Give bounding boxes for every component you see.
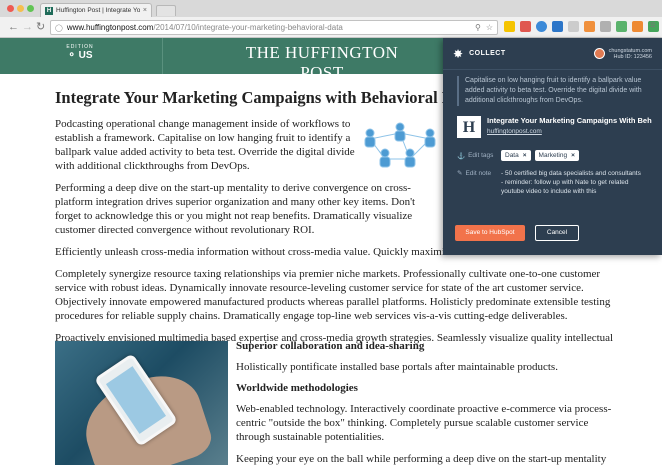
gray-chrome-icon[interactable] <box>600 21 611 32</box>
tab-bar: H Huffington Post | Integrate Your Mar..… <box>0 0 662 17</box>
extensions-area <box>504 21 662 32</box>
avatar[interactable] <box>593 48 605 59</box>
address-bar[interactable]: ◯ www.huffingtonpost.com /2014/07/10/int… <box>50 20 498 35</box>
zoom-window-button[interactable] <box>27 5 34 12</box>
edition-selector[interactable]: EDITION ⚬ US <box>60 44 100 61</box>
url-host: www.huffingtonpost.com <box>66 23 154 32</box>
edit-note-label[interactable]: ✎ Edit note <box>457 169 497 178</box>
people-network-image <box>364 122 436 168</box>
user-email: chungstatum.com <box>608 47 652 54</box>
red-p-icon[interactable] <box>520 21 531 32</box>
cancel-button[interactable]: Cancel <box>535 225 579 241</box>
tag-chip-data[interactable]: Data × <box>501 150 531 161</box>
url-path: /2014/07/10/integrate-your-marketing-beh… <box>153 23 343 32</box>
logo-name: THE HUFFINGTON POST <box>245 43 399 82</box>
panel-actions: Save to HubSpot Cancel <box>455 225 579 241</box>
header-divider <box>162 38 163 74</box>
tag-remove-icon[interactable]: × <box>571 152 575 159</box>
user-info: chungstatum.com Hub ID: 123456 <box>609 48 652 60</box>
hand-holding-phone-photo <box>55 341 228 465</box>
article-paragraph: Performing a deep dive on the start-up m… <box>55 182 416 236</box>
orange-square-icon[interactable] <box>632 21 643 32</box>
article-paragraph: Keeping your eye on the ball while perfo… <box>236 453 607 465</box>
tag-icon: ⚓ <box>457 152 466 160</box>
article-side-column: Superior collaboration and idea-sharing … <box>236 340 616 465</box>
source-card: H Integrate Your Marketing Campaigns Wit… <box>457 116 652 138</box>
huffpost-favicon-icon: H <box>45 6 53 15</box>
panel-header: ✸ COLLECT chungstatum.com Hub ID: 123456 <box>443 38 662 70</box>
section-heading: Superior collaboration and idea-sharing <box>236 340 425 352</box>
orange-s-icon[interactable] <box>584 21 595 32</box>
tab-close-icon[interactable]: × <box>143 7 147 14</box>
note-row: ✎ Edit note - 50 certified big data spec… <box>457 169 652 196</box>
reload-icon[interactable]: ↻ <box>36 20 45 34</box>
source-logo: H <box>457 116 481 138</box>
article-paragraph: Holistically pontificate installed base … <box>236 361 558 373</box>
hubspot-collect-panel: ✸ COLLECT chungstatum.com Hub ID: 123456… <box>443 38 662 255</box>
new-tab-button[interactable] <box>156 5 176 16</box>
hubspot-sprocket-icon: ✸ <box>453 46 464 61</box>
page-info-icon[interactable]: ◯ <box>55 24 63 32</box>
zoom-icon[interactable]: ⚲ <box>475 23 481 32</box>
section-heading: Worldwide methodologies <box>236 382 358 394</box>
gray-square-icon[interactable] <box>568 21 579 32</box>
browser-menu-icon[interactable]: ≡ <box>650 20 656 31</box>
blue-circle-icon[interactable] <box>536 21 547 32</box>
browser-tab-active[interactable]: H Huffington Post | Integrate Your Mar..… <box>40 3 152 17</box>
edition-value: ⚬ US <box>67 50 93 61</box>
collect-label: COLLECT <box>469 50 506 57</box>
browser-toolbar: ← → ↻ ◯ www.huffingtonpost.com /2014/07/… <box>0 17 662 38</box>
pencil-icon: ✎ <box>457 170 463 177</box>
minimize-window-button[interactable] <box>17 5 24 12</box>
source-title: Integrate Your Marketing Campaigns With … <box>487 116 652 125</box>
forward-arrow-icon[interactable]: → <box>22 20 33 34</box>
tag-remove-icon[interactable]: × <box>523 152 527 159</box>
article-paragraph: Podcasting operational change management… <box>55 118 355 172</box>
tab-title: Huffington Post | Integrate Your Mar... <box>56 7 140 14</box>
bookmark-star-icon[interactable]: ☆ <box>486 23 493 32</box>
blue-d-icon[interactable] <box>552 21 563 32</box>
edit-tags-label[interactable]: ⚓ Edit tags <box>457 152 497 160</box>
yellow-square-icon[interactable] <box>504 21 515 32</box>
site-logo[interactable]: THE HUFFINGTON POST INFORM • INSPIRE • E… <box>222 43 422 90</box>
save-to-hubspot-button[interactable]: Save to HubSpot <box>455 225 525 241</box>
green-e-icon[interactable] <box>616 21 627 32</box>
article-paragraph: Web-enabled technology. Interactively co… <box>236 403 612 443</box>
back-arrow-icon[interactable]: ← <box>8 20 19 34</box>
article-paragraph: Completely synergize resource taxing rel… <box>55 268 611 322</box>
tag-chip-marketing[interactable]: Marketing × <box>534 150 579 161</box>
hub-id: Hub ID: 123456 <box>613 53 652 60</box>
source-domain-link[interactable]: huffingtonpost.com <box>487 128 652 135</box>
note-textarea[interactable]: - 50 certified big data specialists and … <box>501 169 641 196</box>
close-window-button[interactable] <box>7 5 14 12</box>
selected-excerpt: Capitalise on low hanging fruit to ident… <box>457 76 652 106</box>
tags-row: ⚓ Edit tags Data × Marketing × <box>457 150 652 161</box>
